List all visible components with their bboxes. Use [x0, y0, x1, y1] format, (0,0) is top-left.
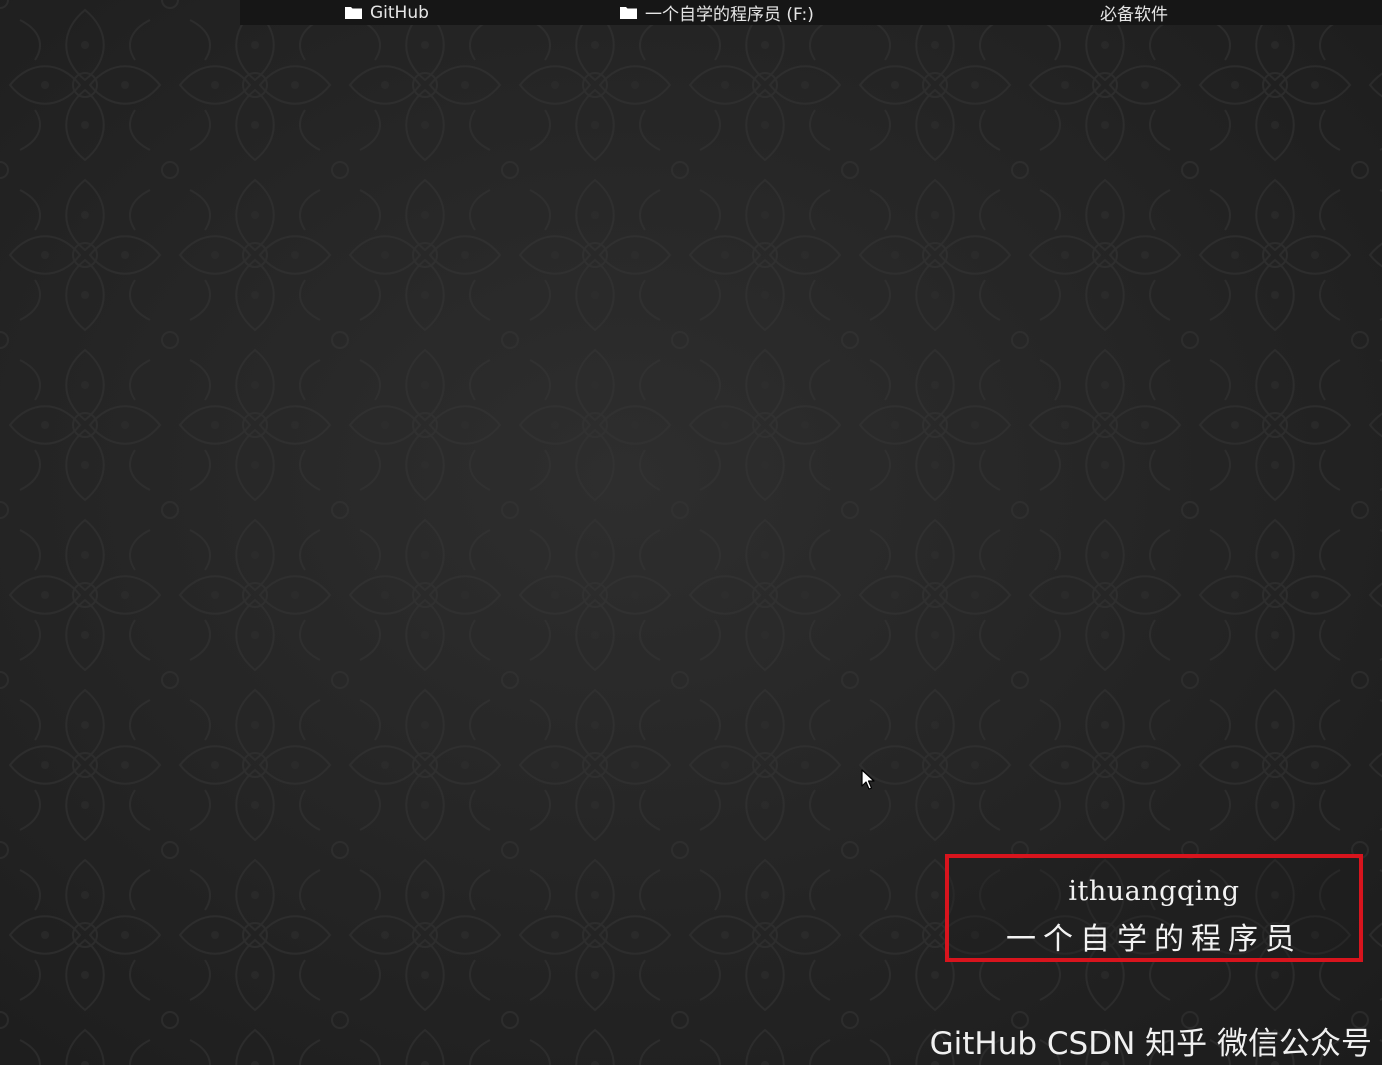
author-tagline: 一个自学的程序员: [1006, 922, 1302, 957]
folder-icon: [620, 7, 637, 19]
bookmark-label: 必备软件: [1100, 5, 1168, 25]
bookmark-label: GitHub: [370, 2, 429, 23]
bookmark-essential-software[interactable]: 必备软件: [1100, 0, 1168, 25]
author-watermark: ithuangqing 一个自学的程序员: [945, 854, 1363, 962]
desktop[interactable]: GitHub 一个自学的程序员 (F:) 必备软件 ithuangqing 一个…: [0, 0, 1382, 1065]
author-handle: ithuangqing: [1068, 876, 1240, 907]
bookmark-github[interactable]: GitHub: [345, 0, 429, 25]
folder-icon: [345, 7, 362, 19]
mouse-pointer-icon: [861, 769, 875, 790]
bookmark-label: 一个自学的程序员 (F:): [645, 5, 814, 25]
platforms-caption: GitHub CSDN 知乎 微信公众号: [929, 1026, 1372, 1062]
bookmark-drive-f[interactable]: 一个自学的程序员 (F:): [620, 0, 814, 25]
bookmarks-bar: GitHub 一个自学的程序员 (F:) 必备软件: [240, 0, 1382, 25]
